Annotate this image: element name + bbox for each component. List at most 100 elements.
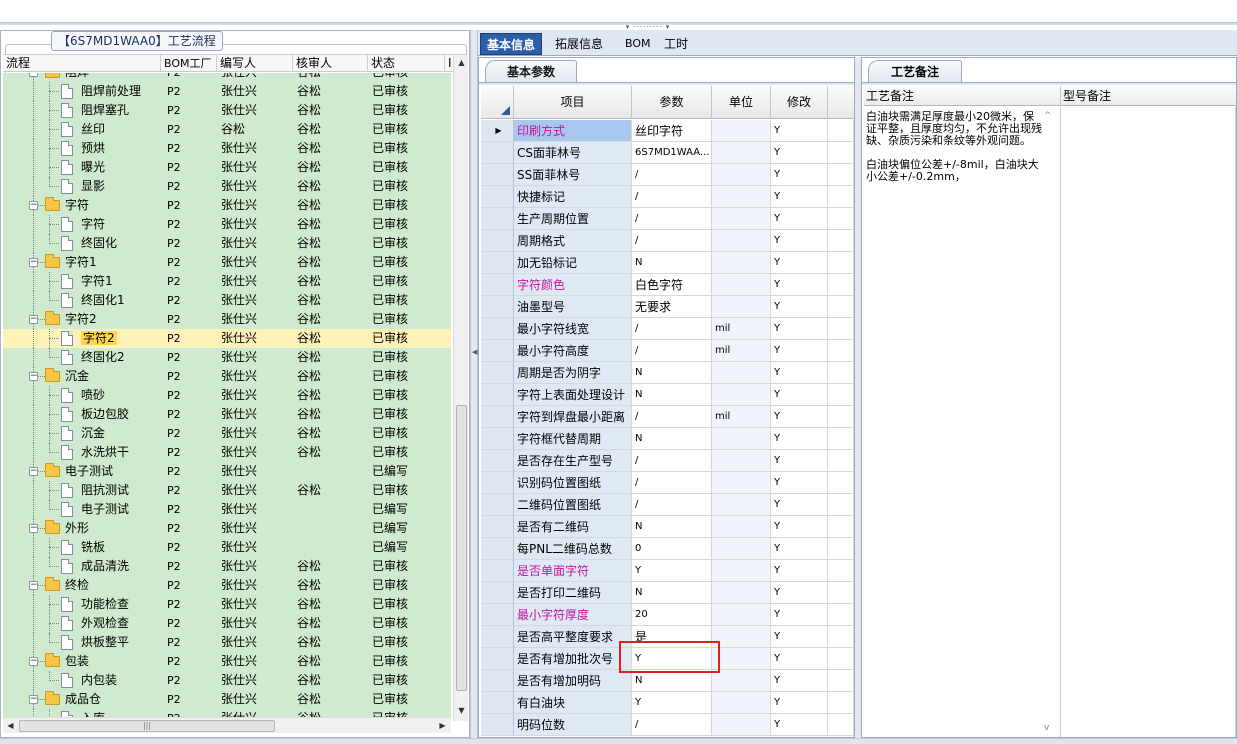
param-row[interactable]: 明码位数 / Y bbox=[481, 714, 854, 736]
param-value-cell[interactable]: 20 bbox=[632, 604, 712, 626]
row-indicator[interactable] bbox=[481, 208, 514, 230]
param-row[interactable]: 快捷标记 / Y bbox=[481, 186, 854, 208]
param-unit-cell[interactable] bbox=[712, 494, 771, 516]
param-value-cell[interactable]: N bbox=[632, 384, 712, 406]
param-unit-cell[interactable] bbox=[712, 362, 771, 384]
param-unit-cell[interactable] bbox=[712, 450, 771, 472]
param-unit-cell[interactable] bbox=[712, 560, 771, 582]
param-modify-cell[interactable]: Y bbox=[771, 604, 828, 626]
param-value-cell[interactable]: / bbox=[632, 318, 712, 340]
row-indicator[interactable] bbox=[481, 252, 514, 274]
col-header-unit[interactable]: 单位 bbox=[712, 86, 771, 119]
row-indicator[interactable] bbox=[481, 516, 514, 538]
row-indicator[interactable] bbox=[481, 274, 514, 296]
tree-step-row[interactable]: 终固化 P2 张仕兴 谷松 已审核 bbox=[3, 234, 451, 253]
tree-step-row[interactable]: 终固化1 P2 张仕兴 谷松 已审核 bbox=[3, 291, 451, 310]
tree-group-row[interactable]: − 沉金 P2 张仕兴 谷松 已审核 bbox=[3, 367, 451, 386]
row-indicator[interactable] bbox=[481, 340, 514, 362]
row-indicator[interactable] bbox=[481, 494, 514, 516]
collapse-icon[interactable]: − bbox=[29, 524, 38, 533]
param-row[interactable]: 最小字符厚度 20 Y bbox=[481, 604, 854, 626]
param-unit-cell[interactable] bbox=[712, 120, 771, 142]
collapse-icon[interactable]: − bbox=[29, 372, 38, 381]
param-modify-cell[interactable]: Y bbox=[771, 714, 828, 736]
param-modify-cell[interactable]: Y bbox=[771, 582, 828, 604]
param-row[interactable]: 有白油块 Y Y bbox=[481, 692, 854, 714]
scroll-up-icon[interactable]: ^ bbox=[1044, 111, 1052, 121]
tab-process-notes[interactable]: 工艺备注 bbox=[868, 60, 962, 82]
param-unit-cell[interactable] bbox=[712, 648, 771, 670]
param-row[interactable]: 是否有增加明码 N Y bbox=[481, 670, 854, 692]
scroll-down-icon[interactable]: v bbox=[1044, 723, 1049, 733]
param-value-cell[interactable]: 丝印字符 bbox=[632, 120, 712, 142]
scroll-thumb[interactable] bbox=[456, 405, 467, 691]
param-unit-cell[interactable] bbox=[712, 604, 771, 626]
tree-step-row[interactable]: 外观检查 P2 张仕兴 谷松 已审核 bbox=[3, 614, 451, 633]
param-modify-cell[interactable]: Y bbox=[771, 252, 828, 274]
collapse-icon[interactable]: − bbox=[29, 258, 38, 267]
param-modify-cell[interactable]: Y bbox=[771, 670, 828, 692]
param-row[interactable]: 是否有二维码 N Y bbox=[481, 516, 854, 538]
param-unit-cell[interactable] bbox=[712, 428, 771, 450]
scroll-down-icon[interactable]: ▼ bbox=[456, 705, 467, 717]
param-unit-cell[interactable] bbox=[712, 692, 771, 714]
param-value-cell[interactable]: / bbox=[632, 472, 712, 494]
param-value-cell[interactable]: N bbox=[632, 428, 712, 450]
tree-step-row[interactable]: 铣板 P2 张仕兴 已编写 bbox=[3, 538, 451, 557]
param-unit-cell[interactable] bbox=[712, 230, 771, 252]
param-value-cell[interactable]: / bbox=[632, 208, 712, 230]
collapse-icon[interactable]: − bbox=[29, 73, 38, 77]
param-row[interactable]: 字符框代替周期 N Y bbox=[481, 428, 854, 450]
tree-horizontal-scrollbar[interactable]: ◀ ||| ▶ bbox=[3, 717, 451, 733]
param-row[interactable]: CS面菲林号 6S7MD1WAA... Y bbox=[481, 142, 854, 164]
tree-step-row[interactable]: 内包装 P2 张仕兴 谷松 已审核 bbox=[3, 671, 451, 690]
param-modify-cell[interactable]: Y bbox=[771, 384, 828, 406]
splitter-collapse-icon[interactable]: ◀ bbox=[472, 348, 477, 356]
param-unit-cell[interactable] bbox=[712, 164, 771, 186]
param-unit-cell[interactable] bbox=[712, 274, 771, 296]
param-value-cell[interactable]: / bbox=[632, 406, 712, 428]
param-value-cell[interactable]: / bbox=[632, 714, 712, 736]
param-modify-cell[interactable]: Y bbox=[771, 428, 828, 450]
row-indicator[interactable] bbox=[481, 406, 514, 428]
param-unit-cell[interactable] bbox=[712, 626, 771, 648]
param-value-cell[interactable]: 0 bbox=[632, 538, 712, 560]
process-notes-cell[interactable] bbox=[864, 107, 1061, 737]
param-modify-cell[interactable]: Y bbox=[771, 296, 828, 318]
param-unit-cell[interactable] bbox=[712, 582, 771, 604]
tree-step-row[interactable]: 曝光 P2 张仕兴 谷松 已审核 bbox=[3, 158, 451, 177]
param-value-cell[interactable]: N bbox=[632, 252, 712, 274]
param-value-cell[interactable]: N bbox=[632, 670, 712, 692]
notes-scrollbar[interactable]: ^ v bbox=[1043, 111, 1055, 735]
param-row[interactable]: 是否单面字符 Y Y bbox=[481, 560, 854, 582]
param-value-cell[interactable]: N bbox=[632, 362, 712, 384]
row-indicator[interactable] bbox=[481, 230, 514, 252]
tree-step-row[interactable]: 喷砂 P2 张仕兴 谷松 已审核 bbox=[3, 386, 451, 405]
param-value-cell[interactable]: 6S7MD1WAA... bbox=[632, 142, 712, 164]
collapse-icon[interactable]: − bbox=[29, 695, 38, 704]
param-unit-cell[interactable] bbox=[712, 538, 771, 560]
param-row[interactable]: 字符颜色 白色字符 Y bbox=[481, 274, 854, 296]
param-modify-cell[interactable]: Y bbox=[771, 230, 828, 252]
param-unit-cell[interactable] bbox=[712, 670, 771, 692]
tree-group-row[interactable]: − 阻焊 P2 张仕兴 谷松 已审核 bbox=[3, 73, 451, 82]
param-value-cell[interactable]: Y bbox=[632, 560, 712, 582]
param-row[interactable]: 字符到焊盘最小距离 / mil Y bbox=[481, 406, 854, 428]
col-header-bom-factory[interactable]: BOM工厂 bbox=[161, 55, 217, 72]
row-indicator[interactable] bbox=[481, 428, 514, 450]
col-header-status[interactable]: 状态 bbox=[368, 55, 445, 72]
param-value-cell[interactable]: / bbox=[632, 494, 712, 516]
collapse-icon[interactable]: − bbox=[29, 315, 38, 324]
param-row[interactable]: 是否打印二维码 N Y bbox=[481, 582, 854, 604]
tree-step-row[interactable]: 字符2 P2 张仕兴 谷松 已审核 bbox=[3, 329, 451, 348]
param-modify-cell[interactable]: Y bbox=[771, 648, 828, 670]
tree-step-row[interactable]: 水洗烘干 P2 张仕兴 谷松 已审核 bbox=[3, 443, 451, 462]
tree-step-row[interactable]: 烘板整平 P2 张仕兴 谷松 已审核 bbox=[3, 633, 451, 652]
tree-step-row[interactable]: 板边包胶 P2 张仕兴 谷松 已审核 bbox=[3, 405, 451, 424]
tab-extended-info[interactable]: 拓展信息 bbox=[549, 33, 609, 55]
tree-group-row[interactable]: − 电子测试 P2 张仕兴 已编写 bbox=[3, 462, 451, 481]
tree-step-row[interactable]: 成品清洗 P2 张仕兴 谷松 已审核 bbox=[3, 557, 451, 576]
param-modify-cell[interactable]: Y bbox=[771, 164, 828, 186]
row-indicator-header[interactable] bbox=[481, 86, 514, 119]
param-unit-cell[interactable] bbox=[712, 472, 771, 494]
